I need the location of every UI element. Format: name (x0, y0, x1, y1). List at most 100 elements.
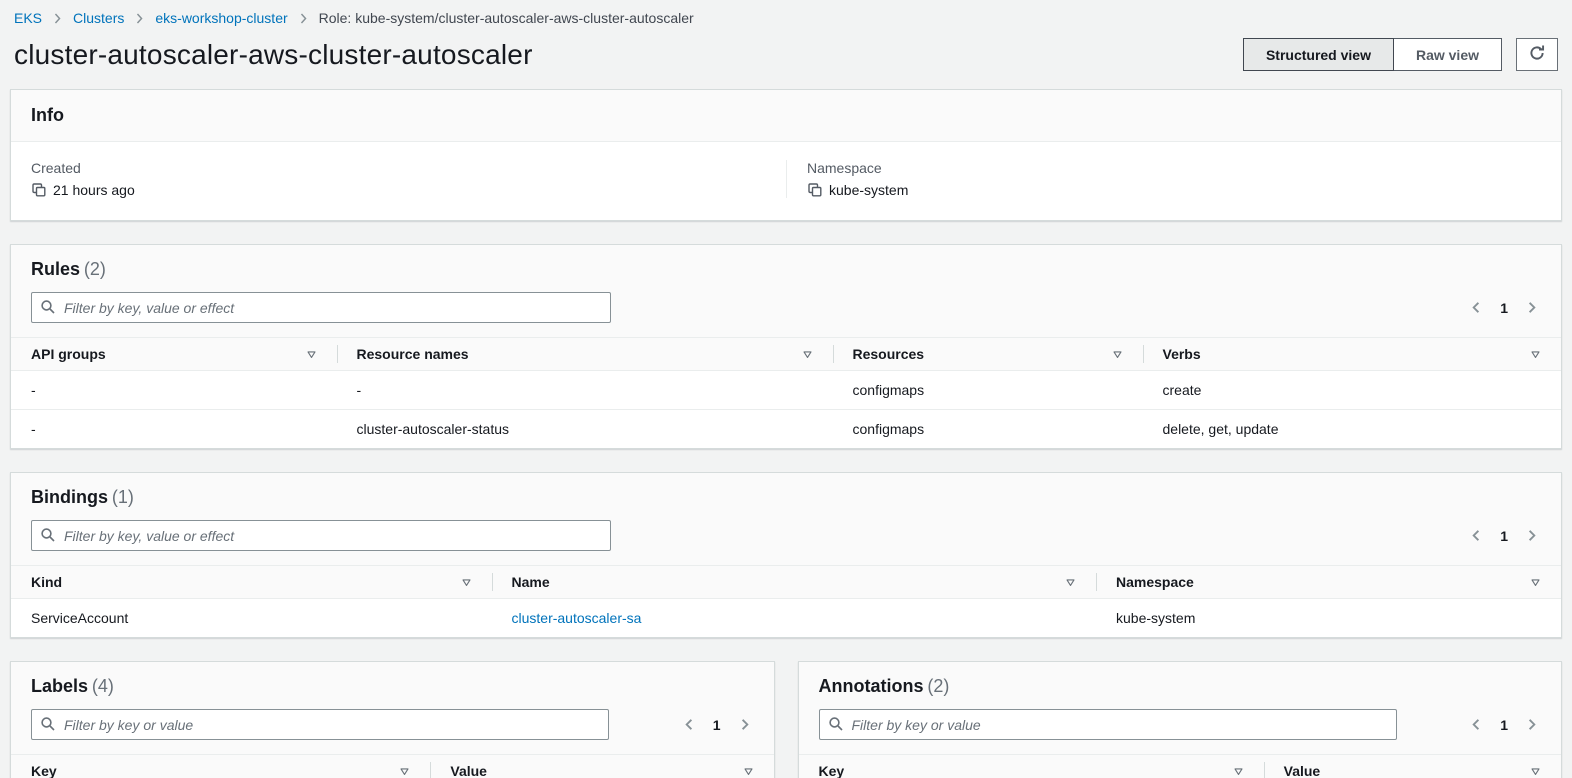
copy-icon[interactable] (807, 182, 823, 198)
namespace-label: Namespace (807, 160, 1541, 176)
column-header-verbs: Verbs (1143, 338, 1562, 371)
cell-verbs: delete, get, update (1143, 410, 1562, 449)
info-field-namespace: Namespace kube-system (786, 160, 1561, 198)
current-page[interactable]: 1 (1496, 526, 1512, 546)
sort-icon[interactable] (1065, 577, 1076, 588)
info-field-created: Created 21 hours ago (11, 160, 786, 198)
column-header-key: Key (799, 755, 1264, 778)
previous-page-button[interactable] (1467, 526, 1486, 545)
previous-page-button[interactable] (680, 715, 699, 734)
structured-view-button[interactable]: Structured view (1243, 38, 1394, 71)
next-page-button[interactable] (1522, 715, 1541, 734)
cell-api-groups: - (11, 410, 337, 449)
next-page-button[interactable] (735, 715, 754, 734)
cell-api-groups: - (11, 371, 337, 410)
rules-pagination: 1 (1467, 298, 1541, 318)
cell-resources: configmaps (833, 371, 1143, 410)
refresh-icon (1528, 44, 1546, 65)
table-header-row: Kind Name Namespace (11, 566, 1561, 599)
breadcrumb-current-role: Role: kube-system/cluster-autoscaler-aws… (319, 10, 694, 26)
column-header-resources: Resources (833, 338, 1143, 371)
current-page[interactable]: 1 (1496, 715, 1512, 735)
bindings-panel: Bindings (1) 1 Kind Name Namespace (10, 472, 1562, 638)
labels-pagination: 1 (680, 715, 754, 735)
column-header-kind: Kind (11, 566, 492, 599)
sort-icon[interactable] (306, 349, 317, 360)
previous-page-button[interactable] (1467, 298, 1486, 317)
rules-count: (2) (84, 259, 106, 279)
rules-table: API groups Resource names Resources Verb… (11, 337, 1561, 448)
created-value: 21 hours ago (53, 182, 135, 198)
page-header: cluster-autoscaler-aws-cluster-autoscale… (0, 28, 1572, 89)
chevron-right-icon (297, 12, 310, 25)
sort-icon[interactable] (802, 349, 813, 360)
rules-filter-input[interactable] (31, 292, 611, 323)
service-account-link[interactable]: cluster-autoscaler-sa (512, 610, 642, 626)
labels-table: Key Value (11, 754, 774, 778)
cell-resource-names: - (337, 371, 833, 410)
sort-icon[interactable] (1112, 349, 1123, 360)
annotations-pagination: 1 (1467, 715, 1541, 735)
info-title: Info (31, 105, 64, 125)
sort-icon[interactable] (743, 766, 754, 777)
labels-filter-input[interactable] (31, 709, 609, 740)
search-icon (828, 716, 844, 735)
search-icon (40, 527, 56, 546)
table-header-row: API groups Resource names Resources Verb… (11, 338, 1561, 371)
annotations-panel: Annotations (2) 1 (798, 661, 1563, 778)
breadcrumb-link-cluster-name[interactable]: eks-workshop-cluster (155, 10, 287, 26)
labels-panel: Labels (4) 1 (10, 661, 775, 778)
cell-resources: configmaps (833, 410, 1143, 449)
previous-page-button[interactable] (1467, 715, 1486, 734)
annotations-filter-input[interactable] (819, 709, 1397, 740)
next-page-button[interactable] (1522, 526, 1541, 545)
bindings-table: Kind Name Namespace ServiceAccount clust… (11, 565, 1561, 637)
column-header-key: Key (11, 755, 430, 778)
info-panel: Info Created 21 hours ago Namespace (10, 89, 1562, 221)
rules-panel: Rules (2) 1 API groups Resource names Re (10, 244, 1562, 449)
created-label: Created (31, 160, 766, 176)
table-row: - - configmaps create (11, 371, 1561, 410)
bindings-title: Bindings (31, 487, 108, 507)
table-row: - cluster-autoscaler-status configmaps d… (11, 410, 1561, 449)
cell-kind: ServiceAccount (11, 599, 492, 638)
refresh-button[interactable] (1516, 38, 1558, 71)
bindings-filter-input[interactable] (31, 520, 611, 551)
table-header-row: Key Value (11, 755, 774, 778)
sort-icon[interactable] (1530, 577, 1541, 588)
sort-icon[interactable] (461, 577, 472, 588)
bindings-pagination: 1 (1467, 526, 1541, 546)
current-page[interactable]: 1 (709, 715, 725, 735)
breadcrumb-link-clusters[interactable]: Clusters (73, 10, 124, 26)
breadcrumb-link-eks[interactable]: EKS (14, 10, 42, 26)
annotations-count: (2) (927, 676, 949, 696)
table-header-row: Key Value (799, 755, 1562, 778)
labels-filter (31, 709, 609, 740)
rules-title: Rules (31, 259, 80, 279)
cell-resource-names: cluster-autoscaler-status (337, 410, 833, 449)
column-header-api-groups: API groups (11, 338, 337, 371)
rules-filter (31, 292, 611, 323)
sort-icon[interactable] (399, 766, 410, 777)
raw-view-button[interactable]: Raw view (1393, 38, 1502, 71)
copy-icon[interactable] (31, 182, 47, 198)
annotations-filter (819, 709, 1397, 740)
header-actions: Structured view Raw view (1243, 38, 1558, 71)
sort-icon[interactable] (1530, 766, 1541, 777)
chevron-right-icon (133, 12, 146, 25)
current-page[interactable]: 1 (1496, 298, 1512, 318)
table-row: ServiceAccount cluster-autoscaler-sa kub… (11, 599, 1561, 638)
search-icon (40, 716, 56, 735)
annotations-table: Key Value (799, 754, 1562, 778)
search-icon (40, 299, 56, 318)
labels-annotations-row: Labels (4) 1 (10, 661, 1562, 778)
page-title: cluster-autoscaler-aws-cluster-autoscale… (14, 39, 533, 71)
sort-icon[interactable] (1233, 766, 1244, 777)
next-page-button[interactable] (1522, 298, 1541, 317)
column-header-value: Value (430, 755, 773, 778)
cell-namespace: kube-system (1096, 599, 1561, 638)
bindings-filter (31, 520, 611, 551)
column-header-name: Name (492, 566, 1097, 599)
sort-icon[interactable] (1530, 349, 1541, 360)
column-header-value: Value (1264, 755, 1561, 778)
